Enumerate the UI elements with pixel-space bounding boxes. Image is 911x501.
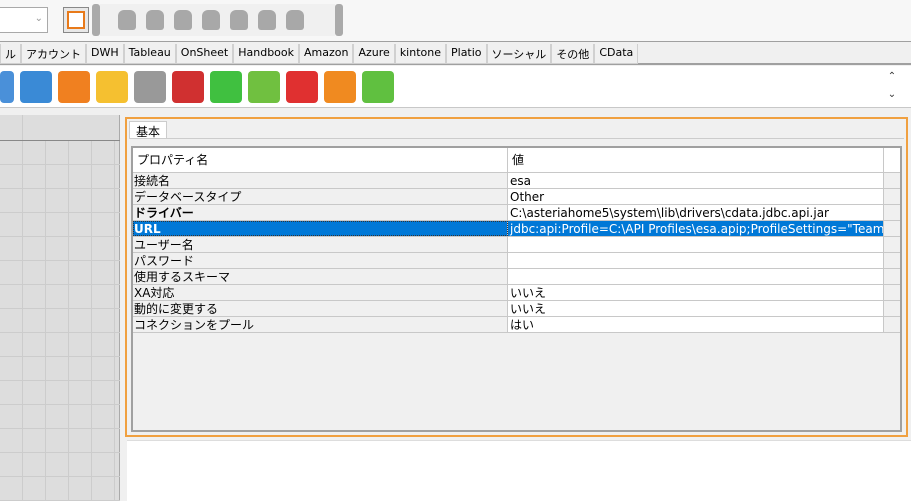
db-refresh-icon[interactable] xyxy=(230,10,248,30)
row-gutter xyxy=(884,189,900,204)
row-gutter xyxy=(884,285,900,300)
category-tab[interactable]: CData xyxy=(594,44,639,64)
db-export-icon[interactable] xyxy=(202,10,220,30)
category-tab[interactable]: ソーシャル xyxy=(486,44,552,64)
fit-icon xyxy=(67,11,85,29)
chevron-down-icon[interactable]: ⌄ xyxy=(884,86,900,104)
header-value[interactable]: 値 xyxy=(508,148,884,172)
chevron-down-icon: ⌄ xyxy=(34,13,43,24)
user-network-icon[interactable] xyxy=(0,70,14,103)
grid-header: プロパティ名 値 xyxy=(133,148,900,173)
component-palette xyxy=(0,66,911,108)
property-row[interactable]: 動的に変更する いいえ xyxy=(133,301,900,317)
property-row[interactable]: コネクションをプール はい xyxy=(133,317,900,333)
category-tab[interactable]: Tableau xyxy=(123,44,176,64)
tab-basic[interactable]: 基本 xyxy=(129,121,167,139)
arrow-merge-icon[interactable] xyxy=(58,70,90,103)
divider xyxy=(129,138,904,139)
network-computers-icon[interactable] xyxy=(20,70,52,103)
property-panel: 基本 プロパティ名 値 接続名 esa データベースタイプ Other ドライバー C:\… xyxy=(125,117,908,437)
row-gutter xyxy=(884,205,900,220)
property-name: 接続名 xyxy=(133,173,508,188)
database-toolbar xyxy=(100,4,335,36)
property-value[interactable]: C:\asteriahome5\system\lib\drivers\cdata… xyxy=(508,205,884,220)
db-warning-icon[interactable] xyxy=(146,10,164,30)
row-gutter xyxy=(884,301,900,316)
property-value[interactable] xyxy=(508,269,884,284)
property-value[interactable]: いいえ xyxy=(508,301,884,316)
row-gutter xyxy=(884,221,900,236)
db-add-icon[interactable] xyxy=(258,10,276,30)
refresh-orange-icon[interactable] xyxy=(324,70,356,103)
property-name: パスワード xyxy=(133,253,508,268)
property-value[interactable]: esa xyxy=(508,173,884,188)
property-name: ドライバー xyxy=(133,205,508,220)
header-name[interactable]: プロパティ名 xyxy=(133,148,508,172)
property-value[interactable]: いいえ xyxy=(508,285,884,300)
row-gutter xyxy=(884,173,900,188)
db-new-icon[interactable] xyxy=(118,10,136,30)
property-name: コネクションをプール xyxy=(133,317,508,332)
property-row[interactable]: 接続名 esa xyxy=(133,173,900,189)
property-name: データベースタイプ xyxy=(133,189,508,204)
sleep-moon-icon[interactable] xyxy=(96,70,128,103)
property-row[interactable]: データベースタイプ Other xyxy=(133,189,900,205)
palette-scroll[interactable]: ⌃ ⌄ xyxy=(884,68,900,106)
row-gutter xyxy=(884,253,900,268)
toolbar-combobox[interactable]: ⌄ xyxy=(0,7,48,33)
db-lock-icon[interactable] xyxy=(286,10,304,30)
upload-green-icon[interactable] xyxy=(362,70,394,103)
property-value[interactable] xyxy=(508,237,884,252)
toolbar-grip[interactable] xyxy=(335,4,343,36)
toolbar-grip[interactable] xyxy=(92,4,100,36)
joystick-drive-icon[interactable] xyxy=(172,70,204,103)
property-value[interactable]: はい xyxy=(508,317,884,332)
plug-icon[interactable] xyxy=(134,70,166,103)
category-tab[interactable]: アカウント xyxy=(21,44,86,64)
category-tabs: ルアカウント DWH Tableau OnSheet Handbook Amazon Azu… xyxy=(0,44,911,65)
property-row[interactable]: ドライバー C:\asteriahome5\system\lib\drivers\… xyxy=(133,205,900,221)
chevron-up-icon[interactable]: ⌃ xyxy=(884,68,900,86)
category-tab[interactable]: その他 xyxy=(551,44,595,64)
header-gutter xyxy=(884,148,900,172)
main-toolbar: ⌄ xyxy=(0,0,911,42)
row-gutter xyxy=(884,317,900,332)
category-tab[interactable]: Amazon xyxy=(299,44,354,64)
row-gutter xyxy=(884,269,900,284)
bottom-pane xyxy=(127,440,911,501)
property-row[interactable]: 使用するスキーマ xyxy=(133,269,900,285)
category-tab[interactable]: Platio xyxy=(446,44,487,64)
property-name: 動的に変更する xyxy=(133,301,508,316)
category-tab[interactable]: OnSheet xyxy=(175,44,234,64)
property-row[interactable]: XA対応 いいえ xyxy=(133,285,900,301)
globe-icon[interactable] xyxy=(210,70,242,103)
flow-diagram-icon[interactable] xyxy=(248,70,280,103)
property-name: 使用するスキーマ xyxy=(133,269,508,284)
fit-to-window-button[interactable] xyxy=(63,7,89,33)
property-value[interactable]: jdbc:api:Profile=C:\API Profiles\esa.api… xyxy=(508,221,884,236)
category-tab[interactable]: DWH xyxy=(86,44,124,64)
category-tab[interactable]: Azure xyxy=(353,44,395,64)
category-tab[interactable]: kintone xyxy=(394,44,446,64)
category-tab[interactable]: Handbook xyxy=(233,44,300,64)
property-row[interactable]: パスワード xyxy=(133,253,900,269)
property-row[interactable]: URL jdbc:api:Profile=C:\API Profiles\esa.… xyxy=(133,221,900,237)
canvas-grid[interactable] xyxy=(0,140,120,501)
upload-red-icon[interactable] xyxy=(286,70,318,103)
db-import-icon[interactable] xyxy=(174,10,192,30)
property-name: XA対応 xyxy=(133,285,508,300)
property-name: URL xyxy=(133,221,508,236)
property-row[interactable]: ユーザー名 xyxy=(133,237,900,253)
property-grid: プロパティ名 値 接続名 esa データベースタイプ Other ドライバー C:\ast… xyxy=(131,146,902,432)
property-value[interactable] xyxy=(508,253,884,268)
property-value[interactable]: Other xyxy=(508,189,884,204)
property-name: ユーザー名 xyxy=(133,237,508,252)
category-tab[interactable]: ル xyxy=(0,44,21,64)
row-gutter xyxy=(884,237,900,252)
